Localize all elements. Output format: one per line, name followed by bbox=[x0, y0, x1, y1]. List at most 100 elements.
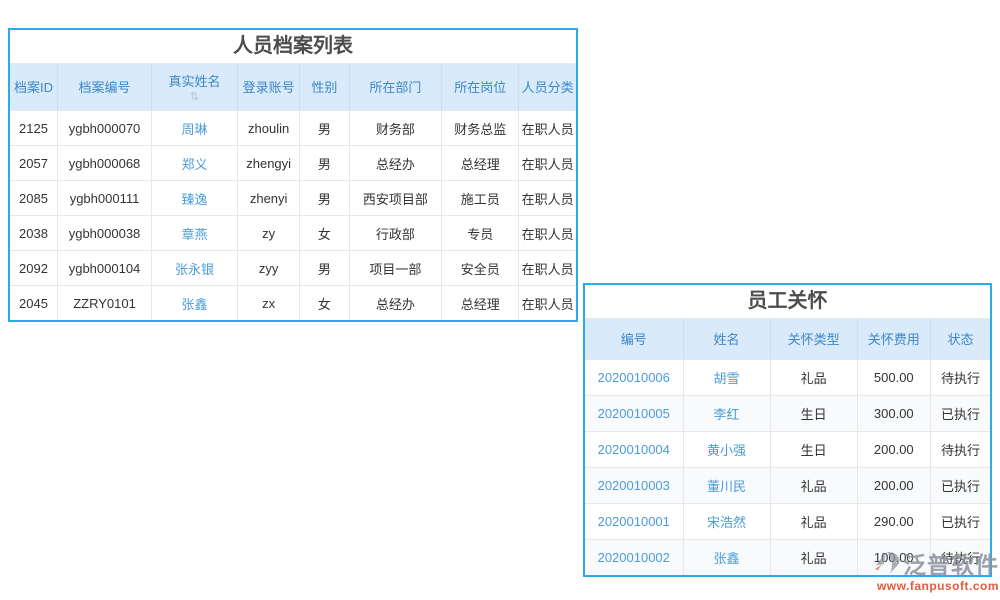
table-cell: 总经办 bbox=[349, 286, 442, 321]
table-cell: ygbh000038 bbox=[58, 216, 152, 251]
table-cell-link[interactable]: 张鑫 bbox=[151, 286, 237, 321]
table-cell: 在职人员 bbox=[519, 146, 576, 181]
column-header[interactable]: 关怀费用 bbox=[857, 319, 930, 360]
table-row: 2038ygbh000038章燕zy女行政部专员在职人员 bbox=[10, 216, 576, 251]
personnel-table-title: 人员档案列表 bbox=[10, 30, 576, 64]
table-cell: 在职人员 bbox=[519, 286, 576, 321]
table-cell: ygbh000111 bbox=[58, 181, 152, 216]
table-cell: 专员 bbox=[442, 216, 519, 251]
table-cell: 200.00 bbox=[857, 432, 930, 468]
table-cell: 项目一部 bbox=[349, 251, 442, 286]
column-header-label: 所在部门 bbox=[369, 79, 421, 96]
table-cell: 安全员 bbox=[442, 251, 519, 286]
table-cell: 女 bbox=[300, 216, 349, 251]
table-cell: 总经理 bbox=[442, 146, 519, 181]
table-cell-link[interactable]: 周琳 bbox=[151, 111, 237, 146]
care-table-title: 员工关怀 bbox=[585, 285, 990, 319]
personnel-table: 档案ID 档案编号 真实姓名 ⇅ 登录账号性别 所在部门 所在岗位人员分类 2125ygbh… bbox=[10, 64, 576, 320]
table-cell: zhoulin bbox=[238, 111, 300, 146]
table-cell: 500.00 bbox=[857, 360, 930, 396]
column-header[interactable]: 编号 bbox=[585, 319, 683, 360]
table-cell: 总经办 bbox=[349, 146, 442, 181]
table-cell-link[interactable]: 郑义 bbox=[151, 146, 237, 181]
column-header-label: 关怀费用 bbox=[868, 331, 920, 348]
column-header[interactable]: 档案ID bbox=[10, 64, 58, 111]
table-cell: 已执行 bbox=[930, 468, 990, 504]
table-cell-link[interactable]: 张永银 bbox=[151, 251, 237, 286]
table-cell-link[interactable]: 黄小强 bbox=[683, 432, 770, 468]
employee-care-card: 员工关怀 编号姓名关怀类型关怀费用状态 2020010006胡雪礼品500.00… bbox=[583, 283, 992, 577]
table-cell: 待执行 bbox=[930, 360, 990, 396]
column-header-label: 关怀类型 bbox=[788, 331, 840, 348]
column-header-label: 所在岗位 bbox=[454, 79, 506, 96]
table-cell: 300.00 bbox=[857, 396, 930, 432]
table-cell-link[interactable]: 李红 bbox=[683, 396, 770, 432]
column-header-label: 真实姓名 bbox=[168, 73, 220, 90]
table-cell: 男 bbox=[300, 146, 349, 181]
personnel-table-body: 2125ygbh000070周琳zhoulin男财务部财务总监在职人员2057y… bbox=[10, 111, 576, 321]
column-header[interactable]: 姓名 bbox=[683, 319, 770, 360]
table-row: 2020010006胡雪礼品500.00待执行 bbox=[585, 360, 990, 396]
table-cell: 待执行 bbox=[930, 432, 990, 468]
table-cell: ygbh000068 bbox=[58, 146, 152, 181]
column-header-label: 档案ID bbox=[14, 79, 53, 96]
table-cell-link[interactable]: 2020010004 bbox=[585, 432, 683, 468]
table-cell: 礼品 bbox=[770, 540, 857, 576]
table-cell: zhenyi bbox=[238, 181, 300, 216]
table-row: 2020010004黄小强生日200.00待执行 bbox=[585, 432, 990, 468]
table-cell-link[interactable]: 2020010002 bbox=[585, 540, 683, 576]
table-row: 2057ygbh000068郑义zhengyi男总经办总经理在职人员 bbox=[10, 146, 576, 181]
table-cell-link[interactable]: 章燕 bbox=[151, 216, 237, 251]
personnel-header-row: 档案ID 档案编号 真实姓名 ⇅ 登录账号性别 所在部门 所在岗位人员分类 bbox=[10, 64, 576, 111]
column-header[interactable]: 性别 bbox=[300, 64, 349, 111]
table-row: 2020010002张鑫礼品100.00待执行 bbox=[585, 540, 990, 576]
column-header[interactable]: 关怀类型 bbox=[770, 319, 857, 360]
table-cell-link[interactable]: 胡雪 bbox=[683, 360, 770, 396]
column-header[interactable]: 所在部门 bbox=[349, 64, 442, 111]
table-cell: 西安项目部 bbox=[349, 181, 442, 216]
table-cell-link[interactable]: 张鑫 bbox=[683, 540, 770, 576]
table-cell-link[interactable]: 2020010003 bbox=[585, 468, 683, 504]
table-cell: zy bbox=[238, 216, 300, 251]
table-cell: 礼品 bbox=[770, 504, 857, 540]
table-cell: 总经理 bbox=[442, 286, 519, 321]
column-header[interactable]: 真实姓名 ⇅ bbox=[151, 64, 237, 111]
table-cell: 100.00 bbox=[857, 540, 930, 576]
care-table: 编号姓名关怀类型关怀费用状态 2020010006胡雪礼品500.00待执行20… bbox=[585, 319, 990, 575]
column-header[interactable]: 所在岗位 bbox=[442, 64, 519, 111]
table-row: 2045ZZRY0101张鑫zx女总经办总经理在职人员 bbox=[10, 286, 576, 321]
column-header-label: 状态 bbox=[947, 331, 973, 348]
table-cell-link[interactable]: 2020010005 bbox=[585, 396, 683, 432]
table-cell: 在职人员 bbox=[519, 216, 576, 251]
column-header[interactable]: 登录账号 bbox=[238, 64, 300, 111]
table-cell: 2038 bbox=[10, 216, 58, 251]
table-cell: 施工员 bbox=[442, 181, 519, 216]
table-cell: 生日 bbox=[770, 396, 857, 432]
column-header[interactable]: 档案编号 bbox=[58, 64, 152, 111]
table-cell: 2085 bbox=[10, 181, 58, 216]
table-cell: 200.00 bbox=[857, 468, 930, 504]
column-header-label: 登录账号 bbox=[243, 79, 295, 96]
column-header-label: 姓名 bbox=[714, 331, 740, 348]
table-cell-link[interactable]: 2020010001 bbox=[585, 504, 683, 540]
table-row: 2020010001宋浩然礼品290.00已执行 bbox=[585, 504, 990, 540]
column-header-label: 性别 bbox=[311, 79, 337, 96]
table-cell: zx bbox=[238, 286, 300, 321]
table-row: 2125ygbh000070周琳zhoulin男财务部财务总监在职人员 bbox=[10, 111, 576, 146]
table-row: 2020010005李红生日300.00已执行 bbox=[585, 396, 990, 432]
table-cell: 男 bbox=[300, 251, 349, 286]
table-cell: 礼品 bbox=[770, 360, 857, 396]
table-cell-link[interactable]: 董川民 bbox=[683, 468, 770, 504]
table-cell: 待执行 bbox=[930, 540, 990, 576]
column-header-label: 编号 bbox=[621, 331, 647, 348]
table-cell: 生日 bbox=[770, 432, 857, 468]
column-header-label: 档案编号 bbox=[79, 79, 131, 96]
column-header[interactable]: 状态 bbox=[930, 319, 990, 360]
table-cell-link[interactable]: 臻逸 bbox=[151, 181, 237, 216]
table-cell-link[interactable]: 宋浩然 bbox=[683, 504, 770, 540]
care-header-row: 编号 姓名 关怀类型 关怀费用 状态 bbox=[585, 319, 990, 360]
table-cell-link[interactable]: 2020010006 bbox=[585, 360, 683, 396]
column-header[interactable]: 人员分类 bbox=[519, 64, 576, 111]
personnel-archive-card: 人员档案列表 档案ID 档案编号 真实姓名 ⇅ 登录账号性别 所在部门 所在岗位人员分类 2… bbox=[8, 28, 578, 322]
sort-icon[interactable]: ⇅ bbox=[154, 92, 235, 102]
